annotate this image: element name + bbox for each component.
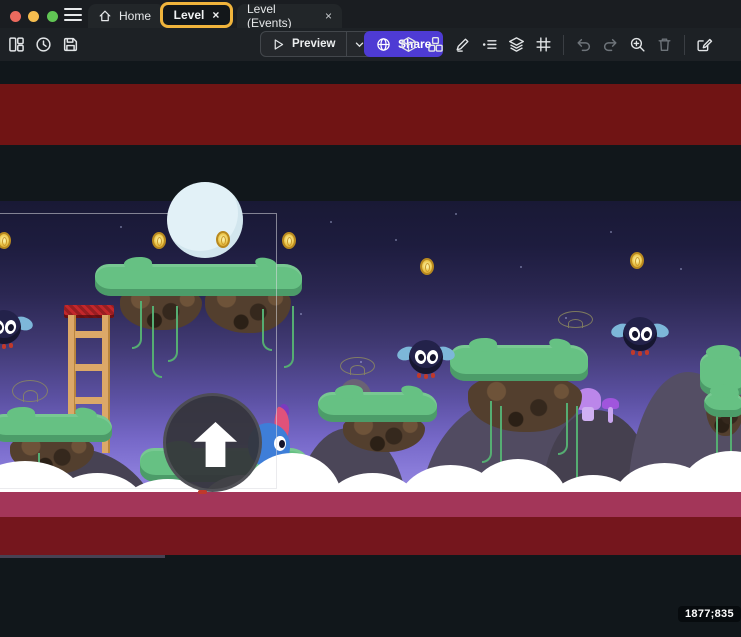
coin[interactable] [216,231,230,248]
star [520,266,522,268]
play-icon [272,38,285,51]
tab-level-events[interactable]: Level (Events) × [237,4,342,28]
coin[interactable] [630,252,644,269]
grid-icon[interactable] [533,34,554,55]
preview-button-group: Preview [260,31,373,57]
globe-icon [376,37,391,52]
undo-icon[interactable] [573,34,594,55]
toolbar-separator [563,35,564,55]
history-icon[interactable] [33,34,54,55]
tab-home[interactable]: Home [88,4,165,28]
coin[interactable] [420,258,434,275]
tab-level-label: Level [174,8,205,22]
coin[interactable] [282,232,296,249]
redo-icon[interactable] [600,34,621,55]
up-arrow-control[interactable] [163,393,262,492]
save-icon[interactable] [60,34,81,55]
ufo-outline[interactable] [558,311,593,328]
preview-button-label: Preview [292,38,335,50]
layers-icon[interactable] [506,34,527,55]
trash-icon[interactable] [654,34,675,55]
traffic-light-minimize-icon[interactable] [28,11,39,22]
editor-toolbar: Preview Share [0,28,741,61]
cube-3d-icon[interactable] [398,34,419,55]
tab-home-label: Home [119,9,151,23]
ground-speck [198,490,207,494]
red-bar-top[interactable] [0,84,741,145]
star [395,239,397,241]
instances-list-icon[interactable] [479,34,500,55]
menu-hamburger-icon[interactable] [64,8,82,21]
pencil-icon[interactable] [452,34,473,55]
star [455,213,457,215]
fly-enemy[interactable] [614,317,666,357]
tab-bar: Home Level × Level (Events) × [0,0,741,28]
traffic-light-close-icon[interactable] [10,11,21,22]
star [300,313,302,315]
toolbar-separator [684,35,685,55]
up-arrow-icon [194,422,237,467]
tab-level[interactable]: Level × [160,2,233,28]
cursor-coordinates-badge: 1877;835 [678,606,741,622]
preview-button[interactable]: Preview [261,32,346,56]
star [610,231,612,233]
moon[interactable] [167,182,243,258]
panels-icon[interactable] [6,34,27,55]
objects-group-icon[interactable] [425,34,446,55]
star [680,268,682,270]
ground-strip-pink[interactable] [0,492,741,517]
tab-level-events-label: Level (Events) [247,2,318,30]
ground-strip-red[interactable] [0,517,741,555]
fly-enemy[interactable] [0,310,30,350]
tab-level-events-close-icon[interactable]: × [325,10,332,22]
edit-properties-icon[interactable] [694,34,715,55]
fly-enemy[interactable] [400,340,452,380]
home-icon [98,9,112,23]
traffic-light-zoom-icon[interactable] [47,11,58,22]
tab-level-close-icon[interactable]: × [212,8,219,22]
ufo-outline[interactable] [340,357,375,375]
star [330,221,332,223]
zoom-in-icon[interactable] [627,34,648,55]
scene-editor-canvas[interactable]: 1877;835 [0,61,741,637]
coin[interactable] [152,232,166,249]
gdevelop-window: Home Level × Level (Events) × [0,0,741,637]
